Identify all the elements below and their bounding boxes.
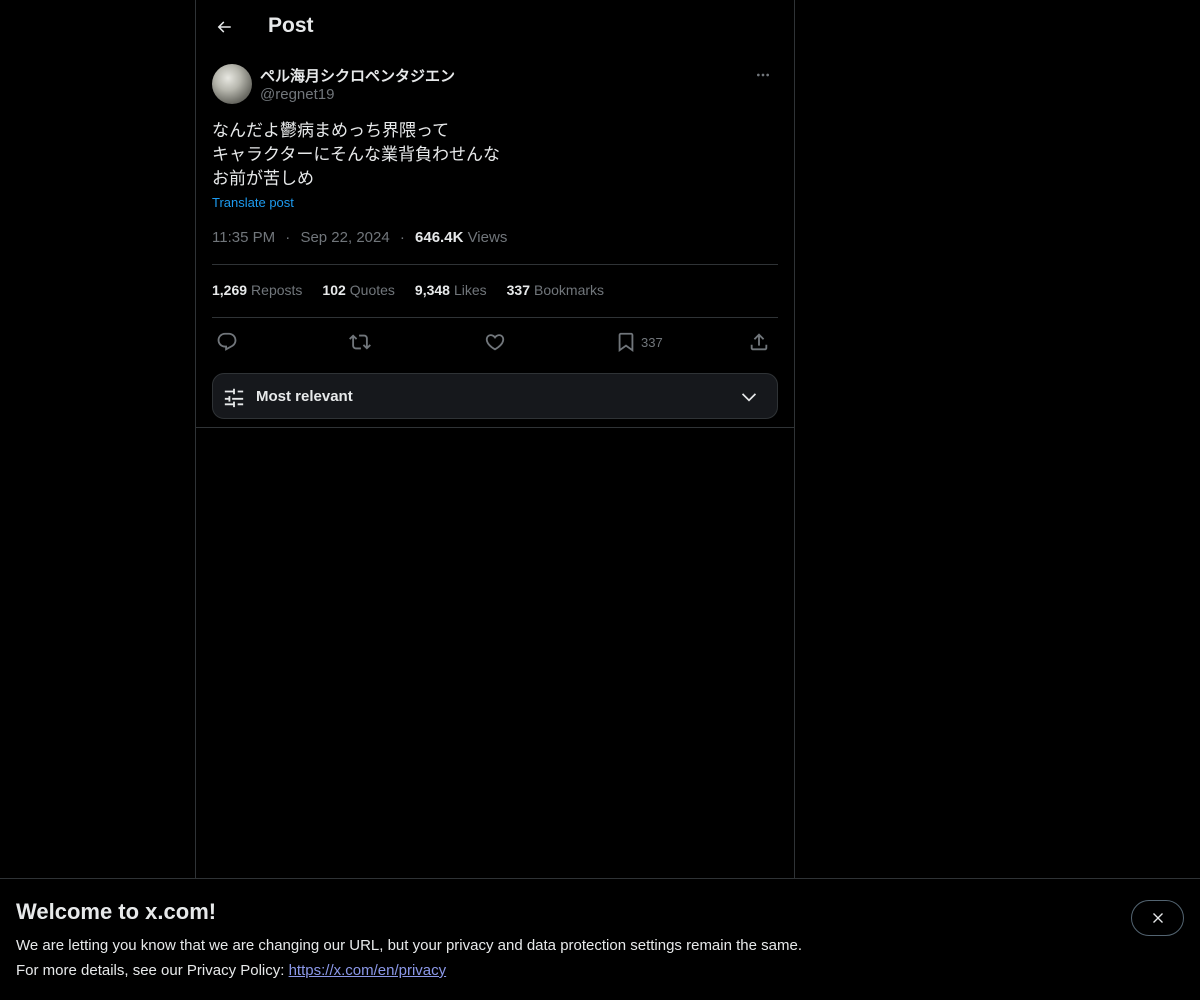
post-time[interactable]: 11:35 PM <box>212 229 275 246</box>
post-text-line: なんだよ鬱病まめっち界隈って <box>212 121 450 140</box>
quotes-stat[interactable]: 102 Quotes <box>322 282 395 298</box>
likes-stat[interactable]: 9,348 Likes <box>415 282 487 298</box>
page-title: Post <box>268 14 314 37</box>
divider <box>212 264 778 265</box>
like-button[interactable] <box>484 327 506 357</box>
views-count: 646.4K <box>415 229 464 246</box>
bookmark-button[interactable]: 337 <box>615 327 663 357</box>
bookmarks-stat[interactable]: 337 Bookmarks <box>507 282 604 298</box>
repost-button[interactable] <box>349 327 371 357</box>
back-arrow-icon <box>217 21 231 33</box>
translate-post-link[interactable]: Translate post <box>212 195 294 210</box>
post-date[interactable]: Sep 22, 2024 <box>300 229 389 246</box>
meta-separator: · <box>399 229 405 246</box>
repost-icon <box>349 334 371 350</box>
reply-icon <box>217 332 237 351</box>
post-stats: 1,269 Reposts 102 Quotes 9,348 Likes 337 Boo… <box>212 282 604 298</box>
sort-label: Most relevant <box>256 388 353 405</box>
banner-privacy-prefix: For more details, see our Privacy Policy… <box>16 962 289 979</box>
bookmark-count: 337 <box>641 334 663 350</box>
more-options-button[interactable] <box>748 64 778 86</box>
post-author: ペル海月シクロペンタジエン @regnet19 <box>212 64 778 108</box>
reply-sort-dropdown[interactable]: Most relevant <box>212 373 778 419</box>
banner-title: Welcome to x.com! <box>16 899 217 924</box>
avatar[interactable] <box>212 64 252 104</box>
back-button[interactable] <box>208 11 240 43</box>
bookmark-icon <box>618 332 634 353</box>
views-label: Views <box>467 229 508 246</box>
post-text-line: キャラクターにそんな業背負わせんな <box>212 145 500 164</box>
banner-privacy-line: For more details, see our Privacy Policy… <box>16 962 446 979</box>
close-banner-button[interactable] <box>1131 900 1184 936</box>
reposts-stat[interactable]: 1,269 Reposts <box>212 282 302 298</box>
post-text-line: お前が苦しめ <box>212 169 314 188</box>
divider <box>196 427 794 428</box>
post-text: なんだよ鬱病まめっち界隈って キャラクターにそんな業背負わせんな お前が苦しめ <box>212 119 778 191</box>
share-button[interactable] <box>748 327 770 357</box>
author-handle[interactable]: @regnet19 <box>260 86 334 103</box>
post-meta: 11:35 PM · Sep 22, 2024 · 646.4K Views <box>212 229 507 246</box>
welcome-banner: Welcome to x.com! We are letting you kno… <box>0 878 1200 1000</box>
meta-separator: · <box>285 229 291 246</box>
reply-button[interactable] <box>216 327 238 357</box>
top-bar: Post <box>196 0 794 54</box>
more-icon <box>757 73 769 77</box>
action-bar: 337 <box>212 327 778 357</box>
share-icon <box>750 333 768 351</box>
like-icon <box>485 334 505 351</box>
privacy-policy-link[interactable]: https://x.com/en/privacy <box>289 962 447 979</box>
close-icon <box>1152 913 1163 923</box>
divider <box>212 317 778 318</box>
author-display-name[interactable]: ペル海月シクロペンタジエン <box>260 65 455 86</box>
filter-icon <box>224 388 244 408</box>
main-column: Post ペル海月シクロペンタジエン @regnet19 なんだよ鬱病まめっち界… <box>195 0 795 878</box>
chevron-down-icon <box>741 393 757 402</box>
banner-message: We are letting you know that we are chan… <box>16 937 802 954</box>
